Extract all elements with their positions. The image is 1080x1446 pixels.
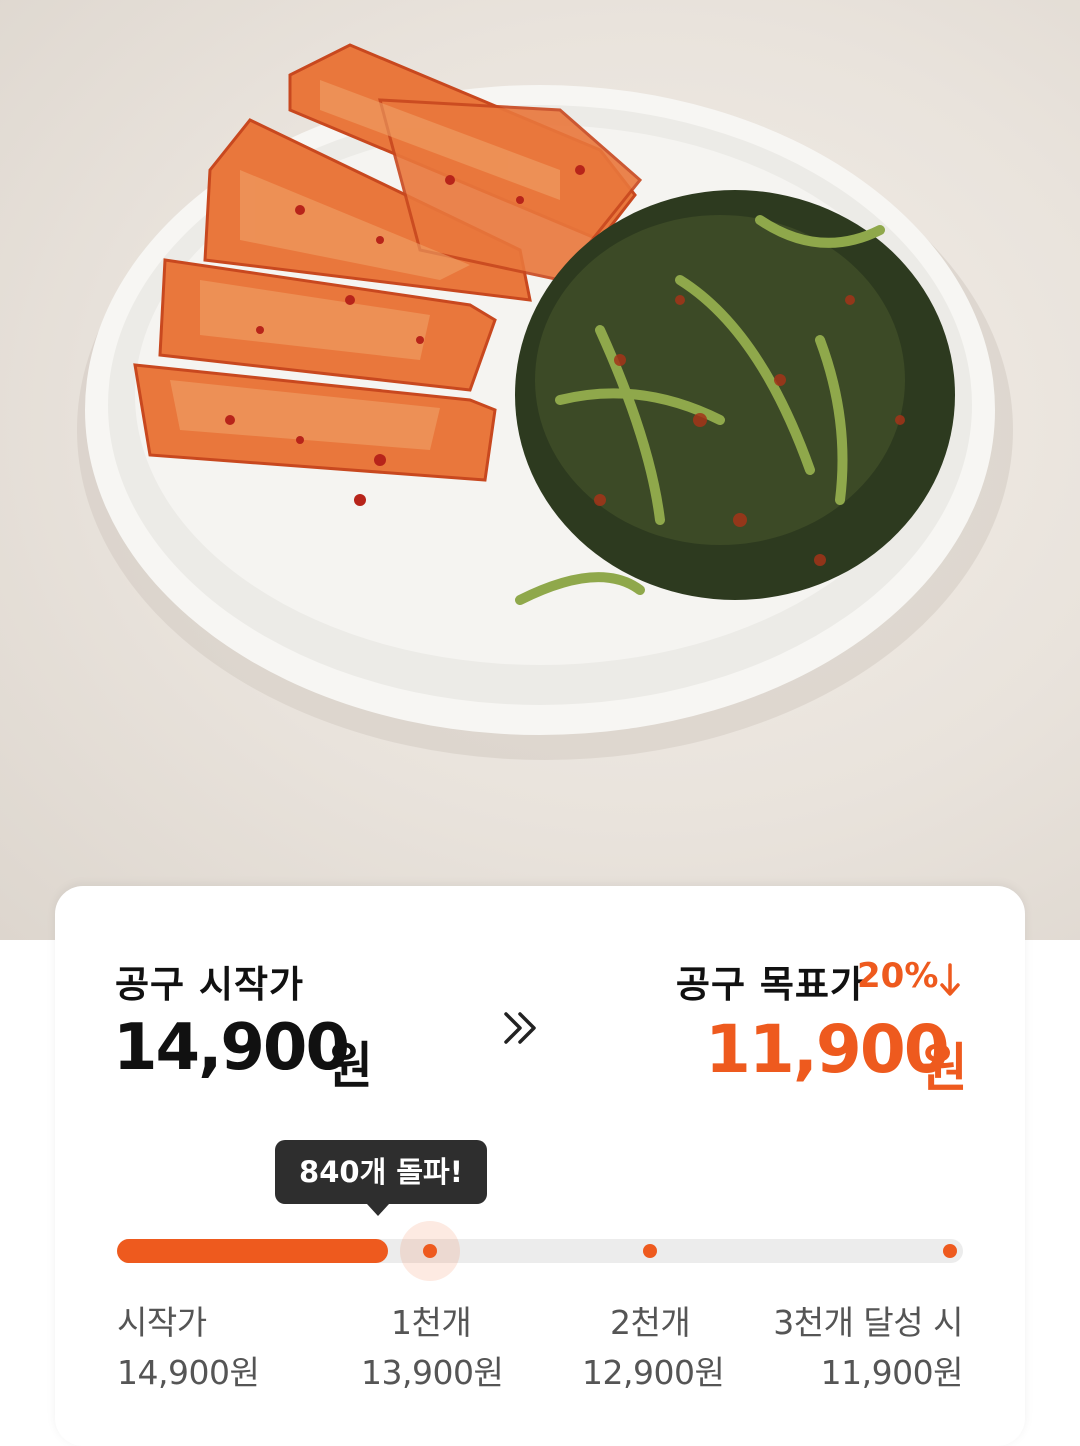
kimchi-plate-illustration xyxy=(77,43,1013,760)
target-price-currency: 원 xyxy=(920,1039,968,1099)
progress-tooltip: 840개 돌파! xyxy=(275,1140,487,1204)
group-buy-price-card: 공구 시작가 14,900 원 공구 목표가 20% 11,900 원 840개… xyxy=(55,886,1025,1446)
start-price-label: 공구 시작가 xyxy=(115,963,305,1006)
stage-price-0: 14,900원 xyxy=(117,1353,260,1392)
milestone-dot-1 xyxy=(423,1244,437,1258)
stage-price-2: 12,900원 xyxy=(582,1353,725,1392)
stage-name-1: 1천개 xyxy=(391,1303,472,1342)
tooltip-tail xyxy=(367,1204,389,1216)
progress-fill xyxy=(117,1239,388,1263)
stage-name-2: 2천개 xyxy=(610,1303,691,1342)
start-price-value: 14,900 xyxy=(113,1011,350,1085)
arrow-down-icon xyxy=(940,963,960,996)
double-chevron-right-icon xyxy=(504,1012,536,1044)
milestone-dot-3 xyxy=(943,1244,957,1258)
stage-name-3: 3천개 달성 시 xyxy=(773,1303,963,1342)
target-price-label: 공구 목표가 xyxy=(675,963,865,1006)
stage-price-1: 13,900원 xyxy=(361,1353,504,1392)
stage-price-3: 11,900원 xyxy=(820,1353,964,1392)
milestone-dot-2 xyxy=(643,1244,657,1258)
discount-percent: 20% xyxy=(857,956,939,996)
start-price-currency: 원 xyxy=(327,1037,373,1095)
stage-name-0: 시작가 xyxy=(117,1303,207,1342)
target-price-value: 11,900 xyxy=(705,1011,950,1088)
product-image xyxy=(0,0,1080,940)
